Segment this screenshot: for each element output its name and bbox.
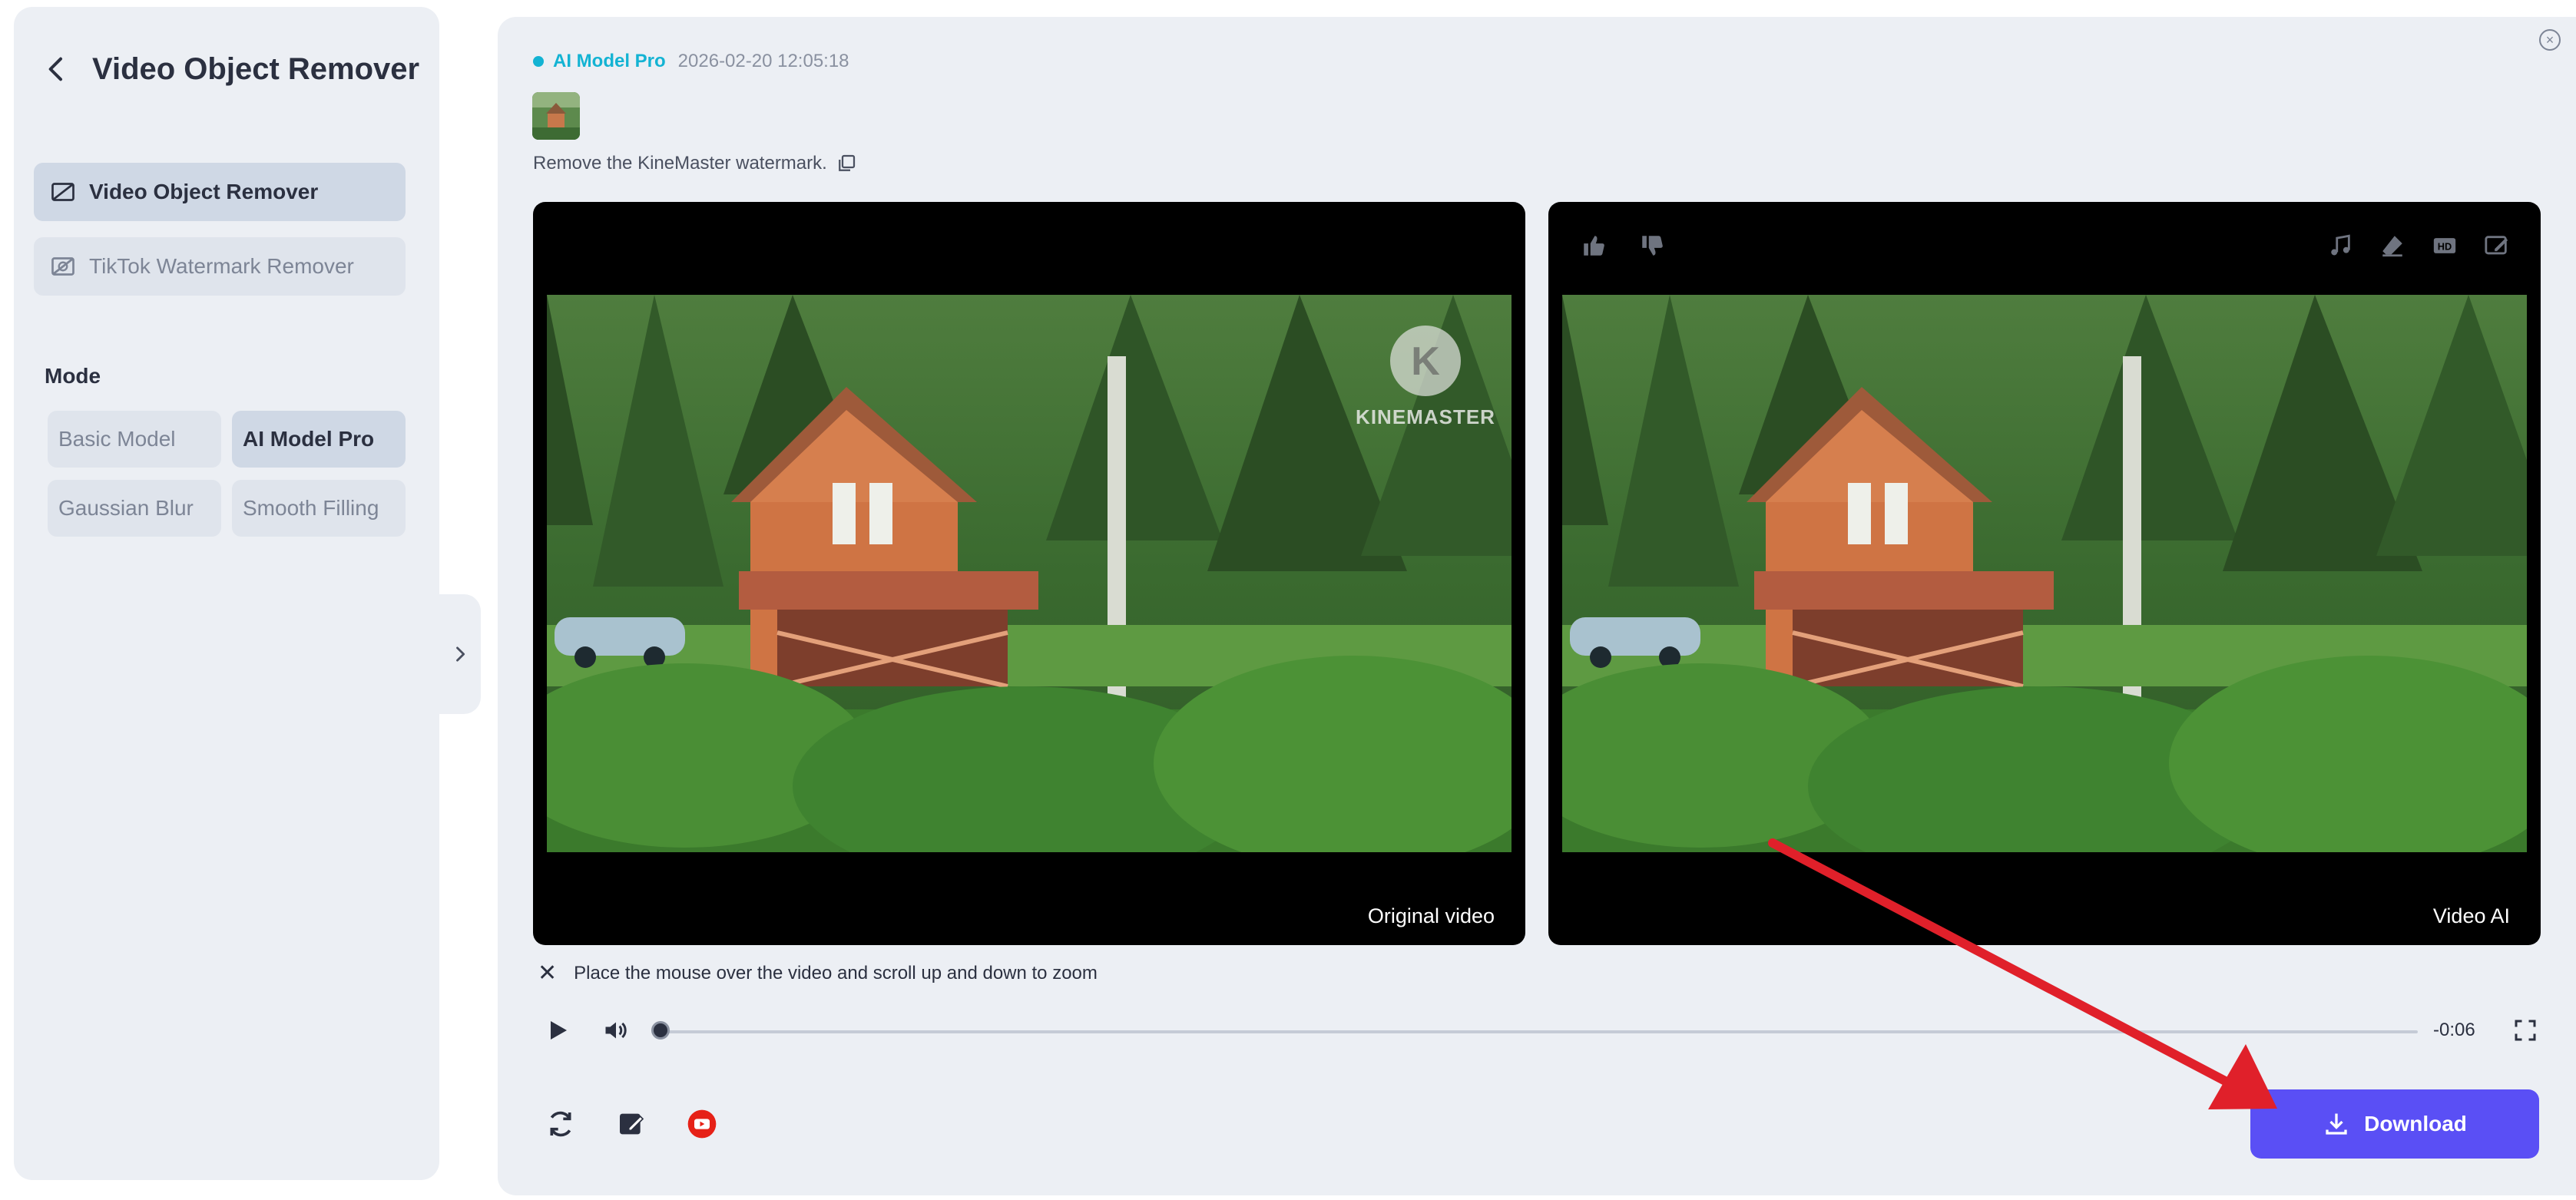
original-video-panel[interactable]: K KINEMASTER Original video (533, 202, 1525, 945)
task-timestamp: 2026-02-20 12:05:18 (677, 51, 849, 71)
edit-icon[interactable] (616, 1109, 647, 1139)
play-icon[interactable] (544, 1017, 571, 1044)
eraser-icon[interactable] (2379, 233, 2405, 259)
model-tag: AI Model Pro (553, 51, 666, 71)
no-video-icon (51, 183, 74, 201)
music-icon[interactable] (2327, 233, 2353, 259)
mode-smooth-filling[interactable]: Smooth Filling (232, 480, 406, 537)
zoom-hint: ✕ Place the mouse over the video and scr… (538, 960, 1098, 987)
zoom-hint-text: Place the mouse over the video and scrol… (574, 962, 1098, 983)
player-controls: -0:06 (544, 1017, 2541, 1047)
input-thumbnail[interactable] (532, 92, 580, 140)
feedback-icons (1581, 233, 1665, 259)
result-video-frame[interactable] (1562, 295, 2527, 852)
fullscreen-icon[interactable] (2511, 1017, 2539, 1044)
sidebar-title: Video Object Remover (92, 51, 420, 86)
sidebar-header: Video Object Remover (41, 46, 419, 92)
dismiss-hint-icon[interactable]: ✕ (538, 960, 557, 987)
svg-text:HD: HD (2438, 241, 2452, 253)
download-button[interactable]: Download (2250, 1089, 2539, 1159)
task-prompt: Remove the KineMaster watermark. (533, 152, 858, 175)
watermark-letter: K (1411, 339, 1440, 384)
tool-tiktok-watermark-remover[interactable]: TikTok Watermark Remover (34, 237, 406, 296)
volume-icon[interactable] (602, 1017, 630, 1044)
close-icon[interactable]: × (2539, 29, 2561, 51)
watermark-text: KINEMASTER (1356, 405, 1495, 428)
tool-label: TikTok Watermark Remover (89, 254, 354, 278)
tool-label: Video Object Remover (89, 180, 319, 203)
result-video-label: Video AI (2432, 904, 2510, 927)
status-dot (533, 56, 544, 67)
chevron-right-icon (456, 646, 465, 662)
back-arrow-icon[interactable] (41, 54, 72, 84)
original-video-frame[interactable]: K KINEMASTER (547, 295, 1511, 852)
copy-icon[interactable] (835, 152, 858, 175)
download-label: Download (2364, 1112, 2467, 1136)
mode-basic-model[interactable]: Basic Model (48, 411, 221, 468)
thumbnail-image (532, 92, 580, 140)
task-meta: AI Model Pro 2026-02-20 12:05:18 (533, 51, 849, 72)
no-watermark-icon (51, 257, 74, 276)
result-tools: HD (2327, 233, 2510, 259)
youtube-icon[interactable] (687, 1109, 717, 1139)
time-remaining: -0:06 (2433, 1020, 2475, 1040)
bottom-actions (545, 1109, 717, 1139)
seek-handle[interactable] (651, 1021, 670, 1040)
edit-video-icon[interactable] (2484, 233, 2510, 259)
prompt-text: Remove the KineMaster watermark. (533, 153, 827, 174)
download-icon (2326, 1113, 2347, 1135)
mode-ai-model-pro[interactable]: AI Model Pro (232, 411, 406, 468)
hd-icon[interactable]: HD (2432, 233, 2458, 259)
sidebar-toggle[interactable] (439, 594, 481, 714)
mode-gaussian-blur[interactable]: Gaussian Blur (48, 480, 221, 537)
tool-video-object-remover[interactable]: Video Object Remover (34, 163, 406, 221)
seek-bar[interactable] (659, 1030, 2418, 1033)
regenerate-icon[interactable] (545, 1109, 576, 1139)
thumbs-up-icon[interactable] (1581, 233, 1607, 259)
original-video-label: Original video (1367, 904, 1495, 927)
result-video-panel[interactable]: HD Video AI (1548, 202, 2541, 945)
mode-heading: Mode (45, 364, 101, 388)
thumbs-down-icon[interactable] (1639, 233, 1665, 259)
